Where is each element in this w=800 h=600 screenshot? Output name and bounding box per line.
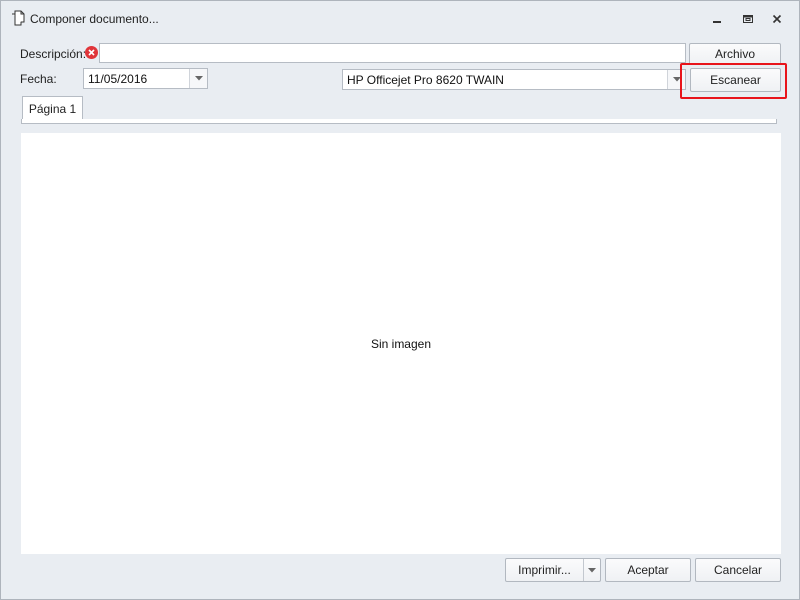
scanner-value: HP Officejet Pro 8620 TWAIN	[347, 72, 504, 87]
description-label: Descripción:	[20, 47, 87, 61]
minimize-button[interactable]	[708, 11, 726, 27]
date-label: Fecha:	[20, 72, 57, 86]
title-bar[interactable]: Componer documento...	[1, 1, 799, 35]
tab-panel-border	[21, 119, 777, 124]
no-image-text: Sin imagen	[370, 336, 432, 351]
date-picker[interactable]: 11/05/2016	[83, 68, 208, 89]
chevron-down-icon	[672, 77, 681, 82]
date-value: 11/05/2016	[88, 71, 148, 86]
print-dropdown-button[interactable]	[584, 559, 600, 581]
close-icon	[772, 14, 782, 24]
minimize-icon	[713, 21, 721, 23]
restore-button[interactable]	[739, 11, 757, 27]
archivo-button[interactable]: Archivo	[689, 43, 781, 65]
scanner-dropdown-button[interactable]	[667, 70, 685, 89]
escanear-button[interactable]: Escanear	[690, 68, 781, 92]
chevron-down-icon	[194, 76, 203, 81]
print-split-button[interactable]: Imprimir...	[505, 558, 601, 582]
document-copy-icon	[11, 10, 25, 26]
image-preview: Sin imagen	[21, 133, 781, 554]
restore-icon	[743, 15, 753, 23]
date-dropdown-button[interactable]	[189, 69, 207, 88]
error-icon	[85, 46, 98, 59]
tab-pagina-1[interactable]: Página 1	[22, 96, 83, 120]
window-title: Componer documento...	[30, 12, 159, 26]
accept-button[interactable]: Aceptar	[605, 558, 691, 582]
cancel-button[interactable]: Cancelar	[695, 558, 781, 582]
chevron-down-icon	[588, 567, 596, 572]
description-input[interactable]	[99, 43, 686, 63]
print-button[interactable]: Imprimir...	[506, 559, 584, 581]
compose-document-window: Componer documento... Descripción: Archi…	[0, 0, 800, 600]
close-button[interactable]	[768, 11, 786, 27]
scanner-select[interactable]: HP Officejet Pro 8620 TWAIN	[342, 69, 686, 90]
